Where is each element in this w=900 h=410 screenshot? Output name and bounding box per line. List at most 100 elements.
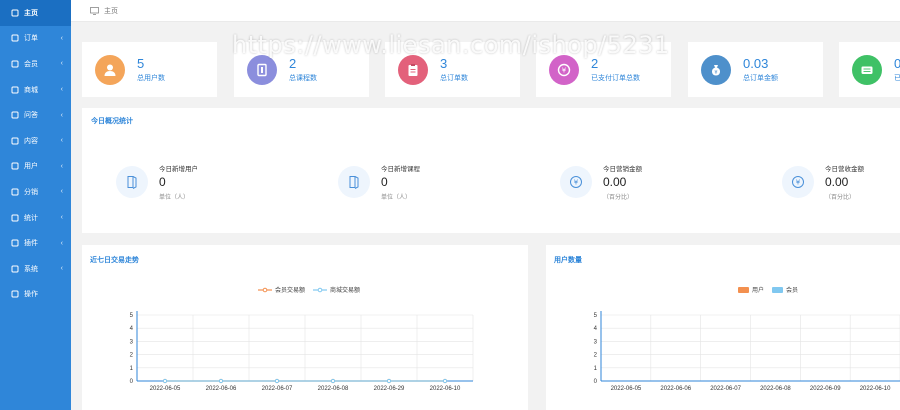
user-count-chart: 0 1 2 3 4 5 2022-06-05 2022-06-06 2022-06-07 2022… [594, 311, 900, 392]
chevron-left-icon: ‹ [60, 162, 63, 170]
stat-text: 0已 [894, 55, 900, 83]
user-count-panel: 用户数量 用户 会员 0 1 2 3 4 5 2022-06-05 2022-06-06 2022… [546, 245, 900, 410]
door-icon [338, 166, 370, 198]
sidebar-item-7[interactable]: 分销 ‹ [0, 179, 71, 205]
svg-text:¥: ¥ [796, 179, 801, 187]
today-stat-unit: （百分比） [825, 195, 856, 201]
stat-label: 总课程数 [289, 74, 317, 82]
trade-trend-panel: 近七日交易走势 会员交易额 商城交易额 0 1 2 3 4 5 2022-06-05 2022-… [82, 245, 528, 410]
x-tick-label: 2022-06-06 [206, 386, 237, 392]
money-bag-icon: ¥ [701, 54, 731, 85]
chevron-left-icon: ‹ [60, 34, 63, 42]
sidebar-item-label: 系统 [24, 265, 38, 273]
sidebar-item-8[interactable]: 统计 ‹ [0, 205, 71, 231]
stat-label: 已 [894, 74, 900, 82]
sidebar-item-label: 插件 [24, 240, 38, 248]
plugin-icon [11, 239, 19, 247]
today-stat-label: 今日营收金额 [825, 166, 864, 173]
x-tick-label: 2022-06-08 [760, 386, 791, 392]
chat-icon [11, 111, 19, 119]
sidebar-item-11[interactable]: 操作 [0, 282, 71, 308]
sidebar-item-label: 订单 [24, 35, 38, 43]
stat-card[interactable]: 0已 [839, 42, 900, 97]
clipboard-icon [398, 54, 428, 85]
today-stat-label: 今日营销金额 [603, 166, 642, 173]
gear-icon [11, 214, 19, 222]
wallet-icon [852, 54, 882, 85]
yen-icon: ¥ [782, 166, 814, 198]
today-overview-title: 今日概况统计 [91, 118, 133, 125]
y-tick-label: 1 [594, 366, 598, 372]
stat-card[interactable]: 5 总用户数 [82, 42, 217, 97]
y-tick-label: 2 [130, 353, 134, 359]
x-tick-label: 2022-06-07 [262, 386, 293, 392]
svg-text:¥: ¥ [574, 179, 579, 187]
data-point [330, 378, 336, 384]
x-tick-label: 2022-06-10 [430, 386, 461, 392]
stat-text: 5 总用户数 [137, 55, 165, 83]
x-tick-label: 2022-06-05 [150, 386, 181, 392]
sidebar-item-label: 主页 [24, 9, 38, 17]
y-tick-label: 2 [594, 353, 598, 359]
x-tick-label: 2022-06-09 [810, 386, 841, 392]
stat-card[interactable]: ¥0.03 总订单金额 [688, 42, 823, 97]
user-avatar-icon [95, 54, 125, 85]
y-tick-label: 3 [594, 339, 598, 345]
stat-value: 0 [894, 55, 900, 71]
sidebar-item-5[interactable]: 内容 ‹ [0, 128, 71, 154]
yen-icon: ¥ [560, 166, 592, 198]
stat-text: 2 已支付订单总数 [591, 56, 640, 83]
sidebar-item-4[interactable]: 问答 ‹ [0, 102, 71, 128]
sidebar-item-0[interactable]: 主页 [0, 0, 71, 26]
y-tick-label: 3 [130, 339, 134, 345]
stat-value: 5 [137, 55, 145, 71]
data-point [218, 378, 224, 384]
sidebar-item-9[interactable]: 插件 ‹ [0, 230, 71, 256]
sidebar-item-6[interactable]: 用户 ‹ [0, 154, 71, 180]
today-stat-unit: （百分比） [603, 195, 634, 201]
sidebar-item-label: 商城 [24, 86, 38, 94]
sidebar-item-2[interactable]: 会员 ‹ [0, 51, 71, 77]
chevron-left-icon: ‹ [60, 137, 63, 145]
breadcrumb-home[interactable]: 主页 [104, 6, 118, 16]
y-tick-label: 0 [130, 379, 134, 385]
settings-icon [11, 265, 19, 273]
data-point [162, 378, 168, 384]
today-stat-item: 今日新增用户 0 单位（人） [116, 163, 198, 201]
y-tick-label: 1 [130, 366, 134, 372]
today-stat-unit: 单位（人） [159, 195, 190, 201]
today-stat-label: 今日新增课程 [381, 166, 420, 173]
x-tick-label: 2022-06-10 [860, 386, 891, 392]
svg-text:¥: ¥ [562, 66, 567, 74]
sidebar-item-10[interactable]: 系统 ‹ [0, 256, 71, 282]
today-stat-unit: 单位（人） [381, 195, 412, 201]
tag-icon [11, 86, 19, 94]
flag-icon [11, 137, 19, 145]
x-tick-label: 2022-06-08 [318, 386, 349, 392]
book-icon [247, 54, 277, 85]
today-stat-value: 0 [159, 175, 166, 189]
stat-label: 总订单金额 [743, 74, 778, 82]
sidebar-item-1[interactable]: 订单 ‹ [0, 26, 71, 52]
today-stat-value: 0.00 [603, 175, 627, 189]
x-tick-label: 2022-06-06 [660, 386, 691, 392]
stat-label: 已支付订单总数 [591, 74, 640, 82]
stat-text: 3 总订单数 [440, 56, 468, 83]
sidebar-item-label: 会员 [24, 60, 38, 68]
chevron-left-icon: ‹ [60, 265, 63, 273]
refresh-icon [11, 290, 19, 298]
watermark: https://www.liesan.com/ishop/5231 [232, 31, 670, 59]
sidebar-item-label: 统计 [24, 214, 38, 222]
person-icon [11, 162, 19, 170]
today-stat-value: 0 [381, 175, 388, 189]
home-icon [11, 9, 19, 17]
y-tick-label: 5 [130, 313, 134, 319]
sidebar-item-label: 操作 [24, 291, 38, 299]
y-tick-label: 0 [594, 379, 598, 385]
sidebar-item-label: 内容 [24, 137, 38, 145]
today-stat-item: 今日新增课程 0 单位（人） [338, 163, 420, 201]
x-tick-label: 2022-06-29 [374, 386, 405, 392]
stat-label: 总订单数 [440, 74, 468, 82]
svg-text:¥: ¥ [714, 69, 717, 75]
sidebar-item-3[interactable]: 商城 ‹ [0, 77, 71, 103]
